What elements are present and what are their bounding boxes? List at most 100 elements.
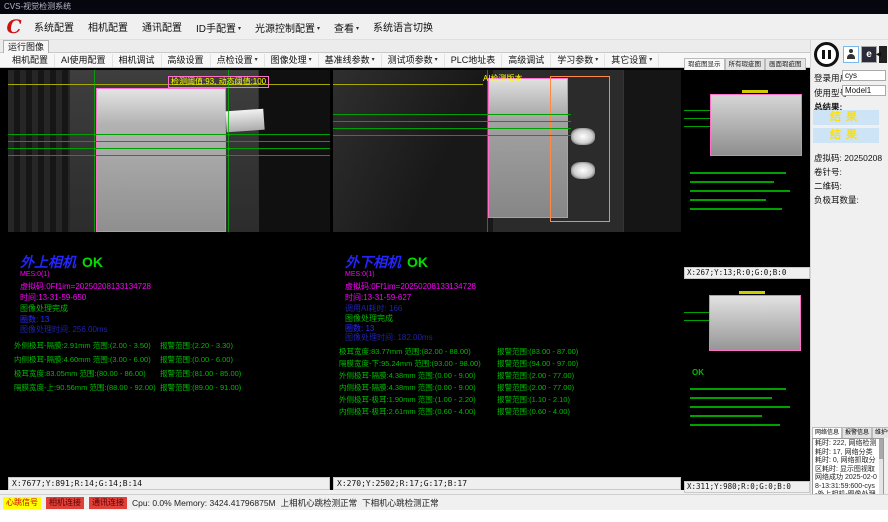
middle-green-vertical: [487, 70, 488, 232]
toolbar-plc-address-table[interactable]: PLC地址表: [445, 54, 503, 67]
model-input[interactable]: Model1: [842, 85, 886, 96]
exit-arrow-icon: ◄: [874, 51, 883, 58]
small-bottom-yellow-mark: [739, 291, 765, 294]
measure-row: 内侧极耳-极耳:2.61mm 范围:(0.60 - 4.00)报警范围:(0.6…: [333, 406, 681, 416]
exit-button[interactable]: ◄: [879, 46, 887, 63]
middle-green-line: [333, 114, 571, 115]
top-camera-heartbeat-text: 上相机心跳检测正常: [281, 497, 358, 509]
middle-camera-title: 外下相机OK: [345, 252, 428, 272]
dropdown-arrow-icon: ▾: [649, 57, 652, 63]
menu-item-language-switch[interactable]: 系统语言切换: [367, 22, 439, 36]
menu-item-comm-config[interactable]: 通讯配置: [136, 22, 188, 36]
menu-item-camera-config[interactable]: 相机配置: [82, 22, 134, 36]
toolbar-camera-debug[interactable]: 相机调试: [113, 54, 162, 67]
small-top-text-line: [690, 199, 766, 201]
toolbar-test-item-params[interactable]: 测试项参数▾: [382, 54, 445, 67]
toolbar-advanced-debug[interactable]: 高级调试: [502, 54, 551, 67]
small-bottom-ok: OK: [692, 368, 704, 377]
small-view-top[interactable]: [684, 70, 810, 266]
menu-item-view[interactable]: 查看▾: [328, 22, 365, 36]
virtual-code-label: 虚拟码: 20250208: [814, 152, 882, 164]
small-bottom-text-line: [690, 415, 762, 417]
user-button[interactable]: [843, 46, 859, 63]
left-green-line: [8, 134, 330, 135]
left-camera-image[interactable]: 检测阈值:93, 动态阈值:100: [8, 70, 330, 232]
small-top-text-line: [690, 190, 790, 192]
titlebar: CVS-视觉检测系统: [0, 0, 888, 14]
small-top-yellow-mark: [742, 90, 768, 93]
small-view-bottom[interactable]: OK: [684, 280, 810, 480]
tab-network-info[interactable]: 网络信息: [812, 427, 842, 438]
pause-button[interactable]: [814, 42, 839, 67]
heartbeat-badge: 心跳信号: [3, 497, 41, 509]
log-scrollbar-thumb[interactable]: [879, 439, 883, 459]
toolbar-ai-usage-config[interactable]: AI使用配置: [55, 54, 113, 67]
comm-connect-badge: 通讯连接: [89, 497, 127, 509]
toolbar-image-processing[interactable]: 图像处理▾: [265, 54, 319, 67]
middle-machinery-left: [333, 70, 493, 232]
small-top-text-line: [690, 172, 786, 174]
toolbar-spot-check-settings[interactable]: 点检设置▾: [211, 54, 265, 67]
dropdown-arrow-icon: ▾: [255, 57, 258, 63]
middle-process-time-line: 图像处理时间: 182.00ms: [345, 332, 433, 343]
user-icon: [846, 49, 856, 60]
neg-tab-count-label: 负极耳数量:: [814, 194, 859, 206]
login-user-input[interactable]: cys: [842, 70, 886, 81]
measure-row: 极耳宽度:83.05mm 范围:(80.00 - 86.00)报警范围:(81.…: [8, 368, 330, 378]
qr-code-label: 二维码:: [814, 180, 842, 192]
tab-alarm-info[interactable]: 报警信息: [842, 427, 872, 438]
tab-screen-defects[interactable]: 画面瑕疵图: [765, 58, 806, 70]
middle-green-line: [333, 135, 571, 136]
measure-row: 外侧极耳-隔膜:2.91mm 范围:(2.00 - 3.50)报警范围:(2.2…: [8, 340, 330, 350]
toolbar-camera-config[interactable]: 相机配置: [6, 54, 55, 67]
tab-all-defects[interactable]: 所有瑕疵图: [725, 58, 766, 70]
small-top-green-line: [684, 118, 710, 119]
e-icon: e: [866, 49, 872, 60]
middle-barcode-line: 虚拟码:0Ff1im=20250208133134728: [345, 281, 476, 292]
left-green-line: [8, 141, 330, 142]
measure-row: 内侧极耳-隔膜:4.60mm 范围:(3.00 - 6.00)报警范围:(0.0…: [8, 354, 330, 364]
cpu-memory-text: Cpu: 0.0% Memory: 3424.41796875M: [132, 498, 276, 508]
dropdown-arrow-icon: ▾: [595, 57, 598, 63]
status-bar: 心跳信号 相机连接 通讯连接 Cpu: 0.0% Memory: 3424.41…: [0, 494, 888, 510]
left-green-line: [8, 148, 330, 149]
camera-connect-badge: 相机连接: [46, 497, 84, 509]
toolbar-other-settings[interactable]: 其它设置▾: [605, 54, 659, 67]
app-logo-icon: C: [4, 16, 24, 38]
left-green-line: [8, 155, 330, 156]
roll-pin-label: 卷针号:: [814, 166, 842, 178]
menu-item-id-hand-config[interactable]: ID手配置▾: [190, 22, 247, 36]
menu-item-light-control-config[interactable]: 光源控制配置▾: [249, 22, 326, 36]
left-coord-status: X:7677;Y:891;R:14;G:14;B:14: [8, 477, 330, 490]
middle-camera-image[interactable]: AI检测版本: [333, 70, 681, 232]
tab-run-image[interactable]: 运行图像: [3, 40, 49, 53]
middle-yellow-line: [333, 84, 483, 85]
toolbar-learning-params[interactable]: 学习参数▾: [551, 54, 605, 67]
app-window: CVS-视觉检测系统 C 系统配置 相机配置 通讯配置 ID手配置▾ 光源控制配…: [0, 0, 888, 522]
measure-row: 外侧极耳-隔膜:4.38mm 范围:(0.00 - 9.00)报警范围:(2.0…: [333, 370, 681, 380]
middle-result-ok: OK: [407, 254, 428, 270]
left-camera-view: 检测阈值:93, 动态阈值:100 外上相机OK MES:0(1) 虚拟码:0F…: [8, 70, 330, 477]
middle-mes-line: MES:0(1): [345, 271, 375, 278]
tab-maintenance-info[interactable]: 维护信息: [872, 427, 888, 438]
tab-defect-display[interactable]: 瑕疵图显示: [684, 58, 725, 70]
middle-coord-status: X:270;Y:2502;R:17;G:17;B:17: [333, 477, 681, 490]
menu-item-system-config[interactable]: 系统配置: [28, 22, 80, 36]
toolbar-baseline-params[interactable]: 基准线参数▾: [319, 54, 382, 67]
middle-machinery-right: [623, 70, 681, 232]
result-box-top: 结果: [813, 110, 879, 125]
virtual-code-value: 20250208: [844, 153, 882, 163]
dropdown-arrow-icon: ▾: [435, 57, 438, 63]
small-top-coord-status: X:267;Y:13;R:0;G:0;B:0: [684, 267, 810, 279]
dropdown-arrow-icon: ▾: [356, 26, 359, 32]
small-bottom-text-line: [690, 388, 786, 390]
dropdown-arrow-icon: ▾: [372, 57, 375, 63]
small-top-text-line: [690, 208, 782, 210]
info-tab-strip: 网络信息 报警信息 维护信息: [812, 427, 884, 438]
small-top-image: [710, 94, 802, 156]
left-machinery-right: [258, 70, 330, 232]
toolbar-advanced-settings[interactable]: 高级设置: [162, 54, 211, 67]
small-bottom-green-line: [684, 312, 709, 313]
small-bottom-coord-status: X:311;Y:980;R:0;G:0;B:0: [684, 481, 810, 493]
window-title: CVS-视觉检测系统: [4, 2, 71, 11]
